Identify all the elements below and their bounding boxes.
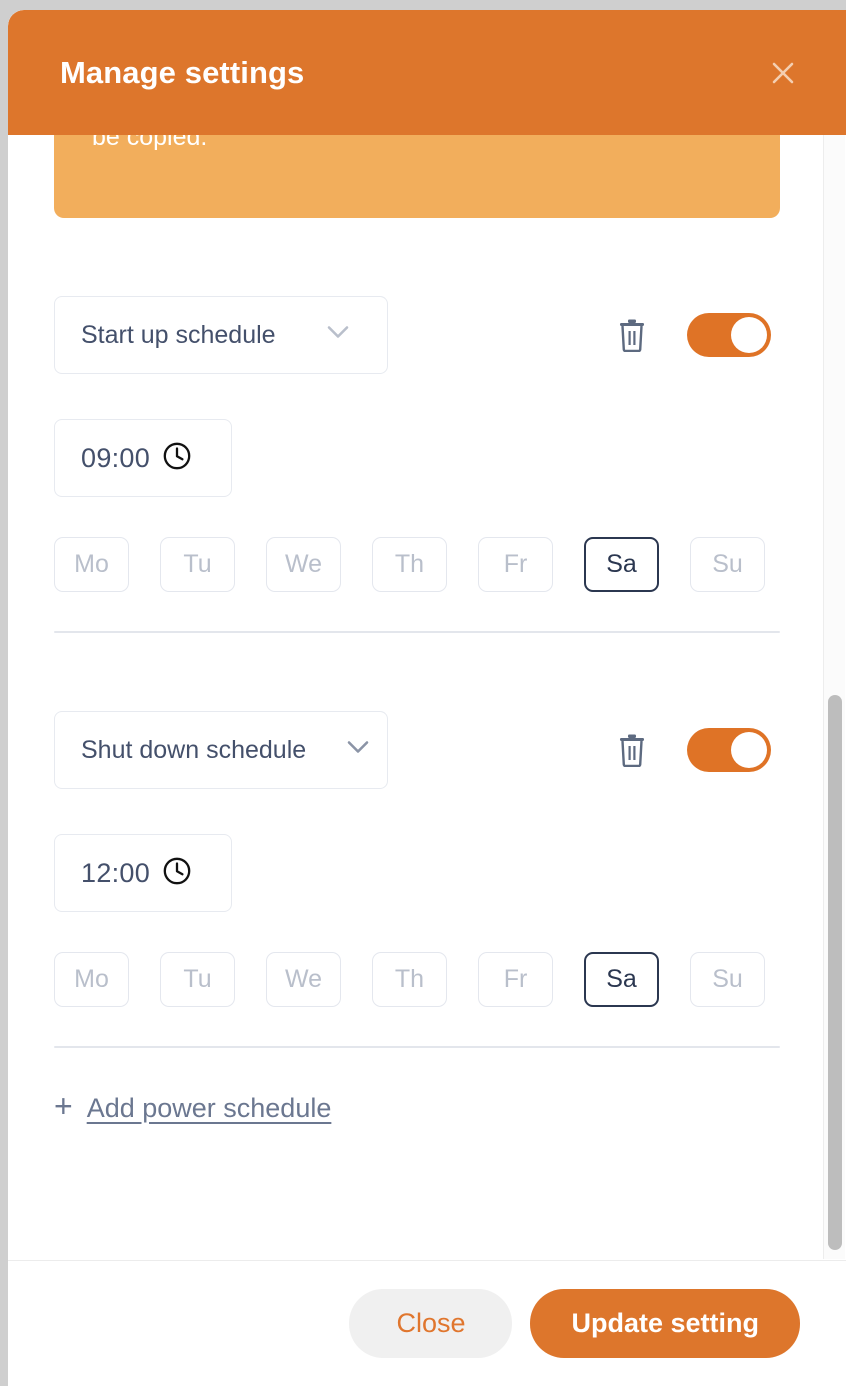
modal-footer: Close Update setting (8, 1260, 846, 1386)
day-label: Mo (74, 965, 109, 993)
schedule-type-label: Start up schedule (81, 320, 276, 349)
scrollbar-thumb[interactable] (828, 695, 842, 1250)
day-label: Sa (606, 965, 637, 993)
close-icon[interactable] (766, 56, 800, 90)
day-label: Fr (503, 550, 528, 578)
day-toggle-mo[interactable]: Mo (54, 537, 129, 592)
day-label: Tu (183, 550, 212, 578)
day-toggle-sa[interactable]: Sa (584, 952, 659, 1007)
schedule-block-shut-down: Shut down schedule 12:00 Mo Tu We Th Fr … (8, 711, 826, 1048)
modal-scroll-content: support multiple schedules for ES displa… (8, 10, 826, 1146)
day-label: Tu (183, 965, 212, 993)
schedule-time-input[interactable]: 12:00 (54, 834, 232, 912)
schedule-days-selector: Mo Tu We Th Fr Sa Su (54, 952, 780, 1007)
schedule-header-row: Start up schedule (54, 296, 780, 374)
toggle-knob (731, 732, 767, 768)
modal-scroll-body[interactable]: support multiple schedules for ES displa… (8, 10, 846, 1260)
clock-icon[interactable] (162, 441, 192, 476)
schedule-header-row: Shut down schedule (54, 711, 780, 789)
day-toggle-sa[interactable]: Sa (584, 537, 659, 592)
day-label: We (284, 965, 323, 993)
close-button[interactable]: Close (349, 1289, 513, 1358)
section-divider (54, 631, 780, 633)
day-toggle-su[interactable]: Su (690, 952, 765, 1007)
update-setting-button[interactable]: Update setting (530, 1289, 800, 1358)
schedule-type-label: Shut down schedule (81, 735, 307, 764)
day-label: Su (712, 965, 743, 993)
modal-header: Manage settings (8, 10, 846, 135)
schedule-time-input[interactable]: 09:00 (54, 419, 232, 497)
trash-icon[interactable] (615, 731, 649, 769)
schedule-days-selector: Mo Tu We Th Fr Sa Su (54, 537, 780, 592)
day-toggle-we[interactable]: We (266, 952, 341, 1007)
day-toggle-th[interactable]: Th (372, 952, 447, 1007)
add-power-schedule-label: Add power schedule (86, 1093, 332, 1123)
section-divider (54, 1046, 780, 1048)
day-toggle-fr[interactable]: Fr (478, 952, 553, 1007)
clock-icon[interactable] (162, 856, 192, 891)
schedule-time-value: 12:00 (81, 857, 151, 888)
day-toggle-we[interactable]: We (266, 537, 341, 592)
day-label: Th (394, 550, 425, 578)
day-label: Th (394, 965, 425, 993)
trash-icon[interactable] (615, 316, 649, 354)
day-label: Su (712, 550, 743, 578)
toggle-knob (731, 317, 767, 353)
day-toggle-su[interactable]: Su (690, 537, 765, 592)
add-power-schedule-button[interactable]: + Add power schedule (54, 1090, 331, 1124)
schedule-enable-toggle[interactable] (687, 313, 771, 357)
schedule-enable-toggle[interactable] (687, 728, 771, 772)
day-toggle-tu[interactable]: Tu (160, 537, 235, 592)
chevron-down-icon (347, 741, 369, 760)
day-label: Mo (74, 550, 109, 578)
schedule-block-start-up: Start up schedule 09:00 Mo Tu We Th Fr S… (8, 296, 826, 633)
day-toggle-mo[interactable]: Mo (54, 952, 129, 1007)
day-label: We (284, 550, 323, 578)
schedule-row-actions (615, 313, 771, 357)
day-toggle-th[interactable]: Th (372, 537, 447, 592)
schedule-type-select[interactable]: Start up schedule (54, 296, 388, 374)
scrollbar-track[interactable] (823, 135, 845, 1259)
schedule-row-actions (615, 728, 771, 772)
page-title: Manage settings (60, 54, 305, 90)
manage-settings-modal: support multiple schedules for ES displa… (8, 10, 846, 1386)
add-schedule-row: + Add power schedule (8, 1090, 826, 1146)
plus-icon: + (54, 1088, 73, 1124)
day-toggle-fr[interactable]: Fr (478, 537, 553, 592)
schedule-type-select[interactable]: Shut down schedule (54, 711, 388, 789)
schedule-time-value: 09:00 (81, 442, 151, 473)
day-label: Fr (503, 965, 528, 993)
day-toggle-tu[interactable]: Tu (160, 952, 235, 1007)
chevron-down-icon (327, 326, 349, 345)
day-label: Sa (606, 550, 637, 578)
